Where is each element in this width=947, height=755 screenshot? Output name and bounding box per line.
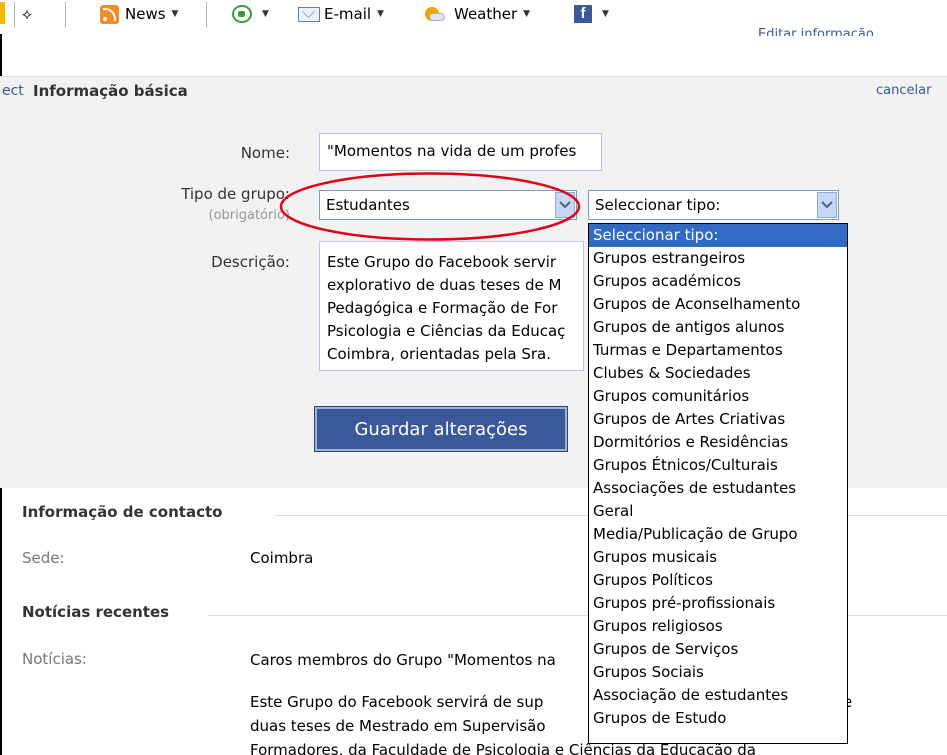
subtype-option[interactable]: Grupos Étnicos/Culturais	[589, 454, 847, 477]
chevron-down-icon[interactable]	[555, 192, 575, 218]
subtype-option[interactable]: Geral	[589, 500, 847, 523]
description-line: Coimbra, orientadas pela Sra.	[327, 345, 551, 363]
subtype-option[interactable]: Grupos de Estudo	[589, 707, 847, 730]
email-button[interactable]: E-mail ▼	[298, 3, 384, 25]
email-label: E-mail	[324, 5, 372, 23]
subtype-option[interactable]: Associação de estudantes	[589, 684, 847, 707]
weather-button[interactable]: Weather ▼	[422, 3, 530, 25]
subtype-option[interactable]: Turmas e Departamentos	[589, 339, 847, 362]
required-hint: (obrigatório)	[208, 208, 291, 223]
name-label: Nome:	[240, 144, 290, 162]
subtype-option[interactable]: Grupos de Artes Criativas	[589, 408, 847, 431]
news-line: Este Grupo do Facebook servirá de sup	[250, 693, 544, 711]
cancel-link[interactable]: cancelar	[876, 83, 931, 98]
chevron-down-icon: ▼	[523, 9, 531, 19]
subtype-option[interactable]: Dormitórios e Residências	[589, 431, 847, 454]
description-line: Pedagógica e Formação de For	[327, 299, 558, 317]
subtype-option[interactable]: Grupos de antigos alunos	[589, 316, 847, 339]
description-textarea[interactable]: Este Grupo do Facebook servir explorativ…	[319, 241, 584, 371]
description-line: explorativo de duas teses de M	[327, 276, 562, 294]
news-label: Notícias:	[22, 650, 87, 668]
subtype-select[interactable]: Seleccionar tipo:	[588, 190, 839, 220]
toolbar-separator	[206, 2, 207, 28]
subtype-option[interactable]: Grupos Sociais	[589, 661, 847, 684]
subtype-option[interactable]: Grupos académicos	[589, 270, 847, 293]
toolbar-edge	[0, 2, 5, 24]
subtype-option[interactable]: Grupos pré-profissionais	[589, 592, 847, 615]
description-line: Este Grupo do Facebook servir	[327, 253, 557, 271]
contact-section-title: Informação de contacto	[22, 503, 223, 521]
subtype-option[interactable]: Grupos Políticos	[589, 569, 847, 592]
subtype-option[interactable]: Grupos musicais	[589, 546, 847, 569]
save-changes-button[interactable]: Guardar alterações	[314, 406, 568, 452]
subtype-option[interactable]: Grupos de Aconselhamento	[589, 293, 847, 316]
chevron-down-icon: ▼	[377, 9, 384, 19]
browser-toolbar: ⟡ News ▼ ▼ E-mail ▼ Weather ▼ f ▼ Editar…	[0, 0, 947, 36]
weather-label: Weather	[454, 5, 518, 23]
facebook-icon: f	[574, 5, 592, 23]
subtype-option[interactable]: Media/Publicação de Grupo	[589, 523, 847, 546]
group-type-select[interactable]: Estudantes	[319, 190, 577, 220]
subtype-option[interactable]: Seleccionar tipo:	[589, 224, 847, 247]
basic-info-header: ect Informação básica cancelar	[0, 76, 947, 104]
news-section-title: Notícias recentes	[22, 603, 170, 621]
name-input[interactable]: "Momentos na vida de um profes	[319, 133, 602, 171]
refresh-icon	[232, 5, 252, 23]
news-label: News	[125, 5, 166, 23]
news-button[interactable]: News ▼	[100, 3, 178, 25]
toolbar-grip-icon[interactable]: ⟡	[22, 3, 32, 25]
subtype-dropdown-list[interactable]: Seleccionar tipo: Grupos estrangeiros Grup…	[588, 223, 848, 744]
subtype-value: Seleccionar tipo:	[595, 196, 721, 214]
facebook-button[interactable]: f ▼	[574, 3, 609, 25]
edit-info-link[interactable]: Editar informação	[758, 28, 874, 36]
chevron-down-icon: ▼	[602, 9, 609, 19]
chevron-down-icon: ▼	[262, 9, 269, 19]
chevron-down-icon: ▼	[171, 9, 179, 19]
weather-icon	[422, 5, 446, 23]
rss-icon	[100, 4, 119, 24]
seat-value: Coimbra	[250, 549, 314, 567]
subtype-option[interactable]: Grupos religiosos	[589, 615, 847, 638]
refresh-menu-button[interactable]: ▼	[232, 3, 269, 25]
description-label: Descrição:	[211, 253, 290, 271]
group-type-value: Estudantes	[326, 196, 410, 214]
news-line: duas teses de Mestrado em Supervisão	[250, 717, 546, 735]
toolbar-separator	[14, 2, 15, 28]
subtype-option[interactable]: Grupos comunitários	[589, 385, 847, 408]
subtype-option[interactable]: Clubes & Sociedades	[589, 362, 847, 385]
basic-info-title: Informação básica	[33, 82, 188, 100]
news-line: Caros membros do Grupo "Momentos na	[250, 651, 556, 669]
chevron-down-icon[interactable]	[817, 192, 837, 218]
toolbar-separator	[65, 2, 66, 28]
subtype-option[interactable]: Grupos estrangeiros	[589, 247, 847, 270]
subtype-option[interactable]: Associações de estudantes	[589, 477, 847, 500]
group-type-label: Tipo de grupo:	[181, 185, 290, 203]
mail-icon	[298, 6, 320, 22]
seat-label: Sede:	[22, 549, 65, 567]
subtype-option[interactable]: Grupos de Serviços	[589, 638, 847, 661]
select-link-fragment[interactable]: ect	[2, 83, 24, 99]
description-line: Psicologia e Ciências da Educaç	[327, 322, 566, 340]
